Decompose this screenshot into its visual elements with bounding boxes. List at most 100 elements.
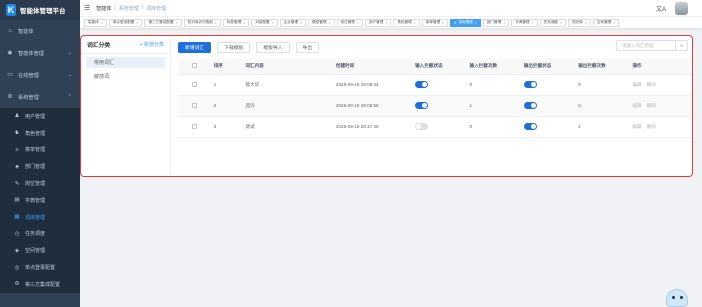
tab-tag[interactable]: 单点登录配置 ×: [108, 18, 143, 27]
sidebar-subitem[interactable]: ▦ 词库管理: [0, 209, 80, 226]
delete-link[interactable]: 删除: [647, 82, 656, 87]
output-intercept-toggle[interactable]: [523, 102, 537, 109]
chevron-down-icon: ⌄: [67, 72, 72, 78]
sidebar-item-label: 系统管理: [18, 94, 39, 101]
app-logo[interactable]: K 智能体管理平台: [0, 0, 80, 20]
sidebar-subitem[interactable]: ▤ 字典管理: [0, 192, 80, 209]
tab-tag[interactable]: 对接配置 ×: [251, 18, 278, 27]
download-template-button[interactable]: 下载模板: [217, 41, 251, 53]
add-category-button[interactable]: + 新增分类: [140, 41, 164, 48]
tab-tag[interactable]: 第三方集成配置 ×: [144, 18, 182, 27]
select-all-checkbox[interactable]: [192, 63, 197, 69]
delete-link[interactable]: 删除: [647, 103, 656, 108]
edit-link[interactable]: 编辑: [632, 82, 641, 87]
close-icon[interactable]: ×: [328, 21, 330, 25]
tab-tag-label: 词库管理: [458, 20, 473, 24]
output-intercept-toggle[interactable]: [523, 123, 537, 130]
sidebar-subitem[interactable]: ≡ 菜单管理: [0, 142, 80, 159]
tab-tag[interactable]: 用户管理 ×: [364, 18, 392, 27]
close-icon[interactable]: ×: [585, 21, 587, 25]
export-button[interactable]: 导出: [295, 41, 320, 53]
tab-tag[interactable]: 字典管理 ×: [511, 18, 538, 27]
close-icon[interactable]: ×: [300, 21, 302, 25]
import-template-button[interactable]: 模板导入: [256, 41, 290, 53]
tab-tag[interactable]: ● 词库管理 ×: [450, 18, 481, 27]
close-icon[interactable]: ×: [475, 21, 477, 25]
integration-icon: ⚙: [14, 281, 20, 288]
close-icon[interactable]: ×: [215, 21, 217, 25]
close-icon[interactable]: ×: [357, 21, 359, 25]
close-icon[interactable]: ×: [613, 21, 615, 25]
close-icon[interactable]: ×: [176, 21, 178, 25]
search-input[interactable]: 请输入词汇内容: [617, 43, 675, 49]
close-icon[interactable]: ×: [101, 21, 103, 25]
close-icon[interactable]: ×: [532, 21, 534, 25]
sidebar-item-label: 智能体: [18, 28, 34, 35]
breadcrumb-separator: /: [114, 4, 116, 11]
tab-tag[interactable]: 知识库访问授权 ×: [183, 18, 221, 27]
sidebar-subitem[interactable]: ♟ 用户管理: [0, 108, 80, 125]
tab-tag[interactable]: 智能体 ×: [84, 18, 107, 27]
row-checkbox[interactable]: [192, 102, 197, 108]
input-status-cell: [411, 74, 466, 96]
sidebar-subitem[interactable]: ♞ 角色管理: [0, 125, 80, 142]
toolbar: 新增词汇 下载模板 模板导入 导出: [178, 39, 692, 55]
tab-tag[interactable]: 空间管理 ×: [592, 18, 620, 27]
tab-tag-label: 岗位管理: [340, 20, 355, 24]
input-intercept-toggle[interactable]: [415, 81, 429, 88]
role-icon: ♞: [14, 130, 20, 137]
output-intercept-toggle[interactable]: [523, 81, 537, 88]
search-icon[interactable]: ⌕: [675, 41, 687, 50]
sidebar-subitem[interactable]: ◎ 单点登录配置: [0, 259, 80, 276]
tab-tag[interactable]: 部门管理 ×: [482, 18, 510, 27]
tab-tag[interactable]: 岗位管理 ×: [336, 18, 363, 27]
translate-icon[interactable]: 文A: [656, 4, 666, 13]
sidebar-subitem[interactable]: ♣ 部门管理: [0, 158, 80, 175]
close-icon[interactable]: ×: [243, 21, 245, 25]
input-intercept-toggle[interactable]: [415, 123, 429, 130]
sidebar-subitem[interactable]: ✎ 岗位管理: [0, 175, 80, 192]
sidebar-subitem[interactable]: ◈ 空间管理: [0, 242, 80, 259]
sidebar-subitem-label: 角色管理: [25, 130, 46, 137]
sidebar-subitem[interactable]: ◷ 任务调度: [0, 226, 80, 243]
category-item[interactable]: 常用词汇: [86, 57, 165, 68]
sidebar-subitem[interactable]: ⚙ 第三方集成配置: [0, 276, 80, 293]
table-row[interactable]: 1 蓉大华 2025-09-15 20:08:44 0 0 编辑 删除: [178, 74, 692, 96]
breadcrumb-item[interactable]: 智能体: [96, 5, 111, 12]
table-row[interactable]: 2 品玛 2025-09-15 20:08:59 1 0 编辑 删除: [178, 95, 692, 117]
category-item[interactable]: 敏感词: [86, 71, 165, 82]
sidebar-item[interactable]: ▭ 在线管理 ⌄: [0, 64, 80, 86]
close-icon[interactable]: ×: [272, 21, 274, 25]
tab-tag[interactable]: 模型管理 ×: [308, 18, 335, 27]
row-checkbox[interactable]: [192, 123, 197, 129]
word-panel: 新增词汇 下载模板 模板导入 导出 请输入词汇内容 ⌕ 排序 词汇内容 创建时间 输入…: [178, 36, 692, 176]
edit-link[interactable]: 编辑: [632, 103, 641, 108]
close-icon[interactable]: ×: [503, 21, 505, 25]
input-intercept-toggle[interactable]: [415, 102, 429, 109]
sidebar-item[interactable]: ⚙ 系统管理 ⌃: [0, 86, 80, 108]
tab-tag-label: 企业管理: [283, 20, 299, 24]
close-icon[interactable]: ×: [136, 21, 138, 25]
close-icon[interactable]: ×: [385, 21, 387, 25]
row-checkbox[interactable]: [192, 81, 197, 87]
delete-link[interactable]: 删除: [647, 124, 656, 129]
menu-icon: ≡: [15, 146, 19, 153]
hamburger-icon[interactable]: ☰: [84, 4, 90, 12]
close-icon[interactable]: ×: [442, 21, 444, 25]
table-row[interactable]: 3 测试 2025-09-15 20:17:46 0 4 编辑 删除: [178, 116, 692, 138]
tab-tag[interactable]: 角色管理 ×: [393, 18, 420, 27]
avatar[interactable]: [675, 2, 688, 15]
edit-link[interactable]: 编辑: [632, 124, 641, 129]
assistant-mascot-icon[interactable]: [666, 289, 688, 307]
tab-tag[interactable]: 任务调度 ×: [539, 18, 567, 27]
tab-tag[interactable]: 企业管理 ×: [279, 18, 307, 27]
sidebar-item[interactable]: ◉ 智能体管理 ⌄: [0, 42, 80, 64]
tab-tag[interactable]: 知识库 ×: [568, 18, 591, 27]
tab-tag[interactable]: 标签管理 ×: [222, 18, 250, 27]
breadcrumb-item[interactable]: 系统管理: [119, 5, 139, 12]
tab-tag[interactable]: 菜单管理 ×: [421, 18, 449, 27]
close-icon[interactable]: ×: [560, 21, 562, 25]
sidebar-item[interactable]: ⌂ 智能体: [0, 20, 80, 42]
add-word-button[interactable]: 新增词汇: [178, 41, 212, 53]
close-icon[interactable]: ×: [414, 21, 416, 25]
